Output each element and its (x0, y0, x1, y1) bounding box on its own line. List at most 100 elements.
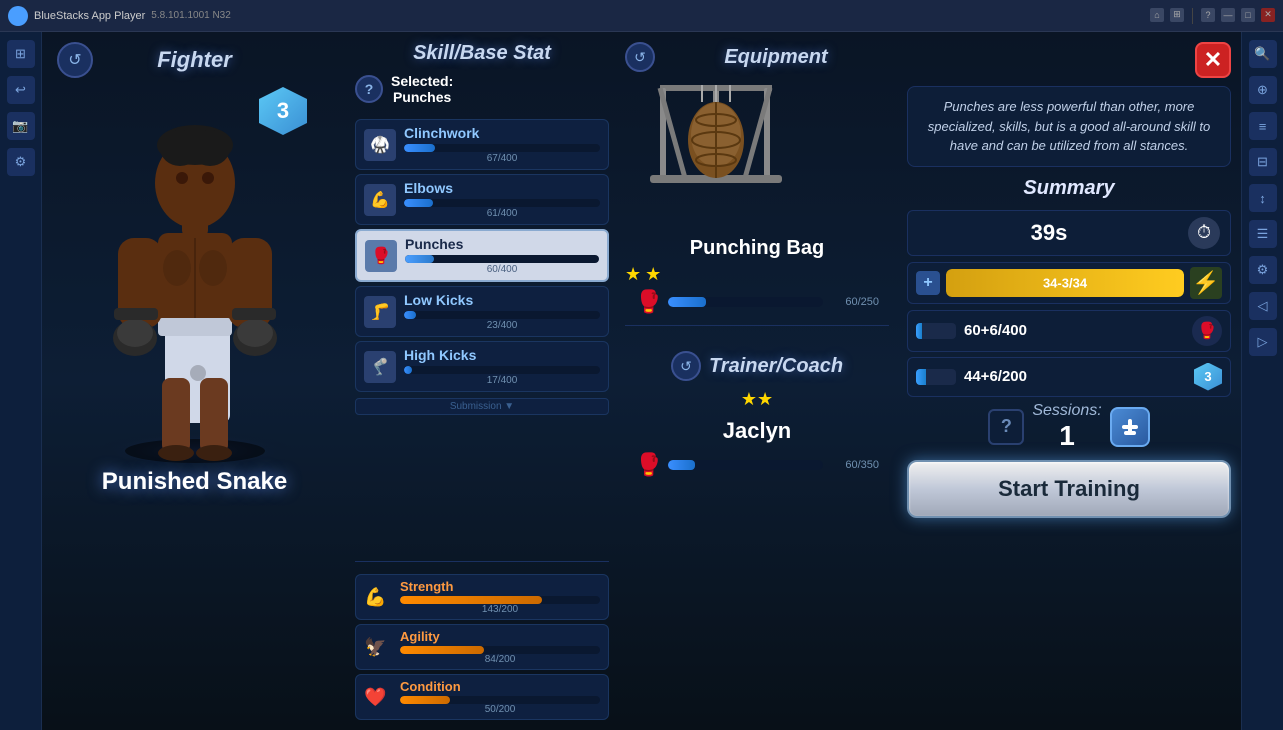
sidebar-zoom-out-icon[interactable]: ⊟ (1249, 148, 1277, 176)
strength-name: Strength (400, 579, 600, 594)
punches-value: 60/400 (405, 264, 599, 275)
restore-btn[interactable]: □ (1241, 8, 1255, 22)
sidebar-list-icon[interactable]: ☰ (1249, 220, 1277, 248)
sidebar-menu-icon[interactable]: ≡ (1249, 112, 1277, 140)
skill-item-lowkicks[interactable]: 🦵 Low Kicks 23/400 (355, 286, 609, 337)
add-session-icon (1118, 415, 1142, 439)
trainer-reset-button[interactable]: ↺ (671, 351, 701, 381)
clinchwork-fill (404, 144, 435, 152)
titlebar: BlueStacks App Player 5.8.101.1001 N32 ⌂… (0, 0, 1283, 32)
condition-info: Condition 50/200 (400, 679, 600, 715)
energy-add-button[interactable]: + (916, 271, 940, 295)
skill-item-punches[interactable]: 🥊 Punches 60/400 (355, 229, 609, 282)
equipment-bar-fill (668, 297, 705, 307)
trainer-bar-row: 🥊 60/350 (625, 452, 889, 478)
equip-divider (625, 325, 889, 326)
trainer-star-1: ★ (741, 389, 757, 410)
stat-item-strength[interactable]: 💪 Strength 143/200 (355, 574, 609, 620)
sidebar-back-icon[interactable]: ↩ (7, 76, 35, 104)
strength-icon: 💪 (364, 587, 392, 608)
app-title: BlueStacks App Player (34, 10, 145, 22)
stat-item-agility[interactable]: 🦅 Agility 84/200 (355, 624, 609, 670)
equipment-bar-row: 🥊 60/250 (625, 289, 889, 315)
energy-bar: 34-3/34 (946, 269, 1184, 297)
sidebar-search-icon[interactable]: 🔍 (1249, 40, 1277, 68)
star-2: ★ (645, 264, 661, 285)
strength-fill (400, 596, 542, 604)
equipment-bar-value: 60/250 (829, 296, 879, 308)
sidebar-left-icon[interactable]: ◁ (1249, 292, 1277, 320)
timer-icon: ⏱ (1188, 217, 1220, 249)
stat2-value: 44+6/200 (964, 368, 1186, 385)
skill-item-highkicks[interactable]: 🦿 High Kicks 17/400 (355, 341, 609, 392)
fighter-section: Fighter ↺ 3 (42, 32, 347, 730)
equipment-reset-button[interactable]: ↺ (625, 42, 655, 72)
skill-divider (355, 561, 609, 562)
condition-value: 50/200 (400, 704, 600, 715)
skill-item-elbows[interactable]: 💪 Elbows 61/400 (355, 174, 609, 225)
minimize-btn[interactable]: — (1221, 8, 1235, 22)
fighter-reset-button[interactable]: ↺ (57, 42, 93, 78)
condition-fill (400, 696, 450, 704)
trainer-bar-fill (668, 460, 694, 470)
strength-info: Strength 143/200 (400, 579, 600, 615)
sessions-help-button[interactable]: ? (988, 409, 1024, 445)
lowkicks-info: Low Kicks 23/400 (404, 292, 600, 331)
elbows-bar (404, 199, 600, 207)
close-btn[interactable]: ✕ (1261, 8, 1275, 22)
agility-info: Agility 84/200 (400, 629, 600, 665)
sessions-count: 1 (1059, 420, 1075, 452)
info-box: Punches are less powerful than other, mo… (907, 86, 1231, 167)
sidebar-gear-icon[interactable]: ⚙ (1249, 256, 1277, 284)
divider (1192, 8, 1193, 24)
skill-item-clinchwork[interactable]: 🥋 Clinchwork 67/400 (355, 119, 609, 170)
trainer-name: Jaclyn (625, 418, 889, 444)
base-stats: 💪 Strength 143/200 🦅 Agility (355, 574, 609, 720)
lowkicks-name: Low Kicks (404, 292, 600, 308)
sidebar-resize-icon[interactable]: ↕ (1249, 184, 1277, 212)
close-button[interactable]: ✕ (1195, 42, 1231, 78)
skill-section-title: Skill/Base Stat (355, 42, 609, 65)
sessions-info: Sessions: 1 (1032, 402, 1101, 452)
trainer-bar (668, 460, 823, 470)
skill-scroll-indicator: Submission ▼ (355, 396, 609, 417)
equipment-stars: ★ ★ (625, 264, 889, 285)
trainer-bar-icon: 🥊 (635, 452, 662, 478)
sidebar-zoom-icon[interactable]: ⊕ (1249, 76, 1277, 104)
stat-summary-row-2: 44+6/200 3 (907, 357, 1231, 397)
skill-list: 🥋 Clinchwork 67/400 💪 Elbows (355, 119, 609, 555)
skill-section: Skill/Base Stat ? Selected: Punches 🥋 Cl… (347, 32, 617, 730)
stat-item-condition[interactable]: ❤️ Condition 50/200 (355, 674, 609, 720)
main-content: ⊞ ↩ 📷 ⚙ Fighter ↺ 3 (0, 32, 1283, 730)
highkicks-info: High Kicks 17/400 (404, 347, 600, 386)
condition-bar (400, 696, 600, 704)
sidebar-right-icon[interactable]: ▷ (1249, 328, 1277, 356)
summary-title: Summary (907, 177, 1231, 200)
elbows-value: 61/400 (404, 208, 600, 219)
help-btn[interactable]: ? (1201, 8, 1215, 22)
fighter-section-title: Fighter (157, 47, 232, 73)
lowkicks-icon: 🦵 (364, 296, 396, 328)
summary-time: 39s (918, 220, 1180, 246)
clinchwork-info: Clinchwork 67/400 (404, 125, 600, 164)
skill-help-button[interactable]: ? (355, 75, 383, 103)
clinchwork-value: 67/400 (404, 153, 600, 164)
start-training-button[interactable]: Start Training (907, 460, 1231, 518)
stat1-bar (916, 323, 956, 339)
agility-icon: 🦅 (364, 637, 392, 658)
sessions-add-button[interactable] (1110, 407, 1150, 447)
game-area: Fighter ↺ 3 (42, 32, 1241, 730)
punches-bar (405, 255, 599, 263)
punches-icon: 🥊 (365, 240, 397, 272)
nav-multi-btn[interactable]: ⊞ (1170, 8, 1184, 22)
sidebar-grid-icon[interactable]: ⊞ (7, 40, 35, 68)
sidebar-camera-icon[interactable]: 📷 (7, 112, 35, 140)
condition-name: Condition (400, 679, 600, 694)
elbows-name: Elbows (404, 180, 600, 196)
highkicks-name: High Kicks (404, 347, 600, 363)
agility-bar (400, 646, 600, 654)
sidebar-settings-icon[interactable]: ⚙ (7, 148, 35, 176)
nav-home-btn[interactable]: ⌂ (1150, 8, 1164, 22)
equipment-section-title: Equipment (663, 46, 889, 69)
agility-value: 84/200 (400, 654, 600, 665)
